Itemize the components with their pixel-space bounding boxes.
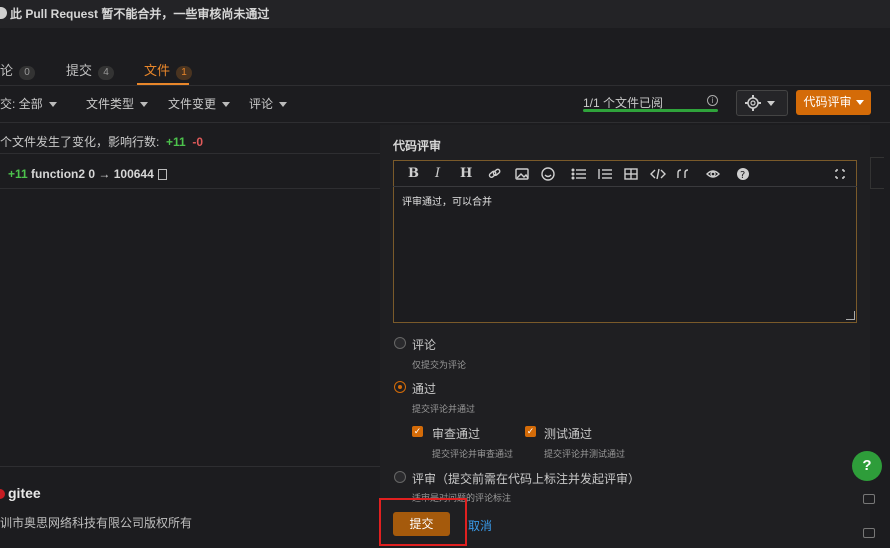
check-label: 测试通过 [544, 427, 593, 441]
review-comment-text[interactable]: 评审通过，可以合并 [402, 193, 492, 208]
gear-icon [745, 95, 775, 111]
cancel-link[interactable]: 取消 [468, 517, 492, 534]
filter-file-change[interactable]: 文件变更 [168, 95, 231, 112]
check-label: 审查通过 [432, 427, 481, 441]
checkbox-test-pass[interactable]: ✓ [525, 426, 536, 437]
tab-count: 0 [19, 66, 36, 80]
brand-text: gitee [8, 485, 41, 501]
filter-label: 文件变更 [168, 97, 217, 111]
check-desc: 提交评论并审查通过 [432, 449, 514, 459]
svg-text:?: ? [740, 170, 745, 181]
changes-divider [0, 153, 380, 154]
tab-label: 文件 [144, 63, 171, 78]
tab-label: 提交 [66, 63, 93, 78]
emoji-icon [541, 167, 555, 181]
option-label: 通过 [412, 382, 437, 396]
info-icon[interactable]: i [707, 95, 718, 106]
filter-file-type[interactable]: 文件类型 [86, 95, 149, 112]
checkbox-review-pass[interactable]: ✓ [412, 426, 423, 437]
radio-comment[interactable] [394, 337, 406, 349]
chevron-down-icon [222, 102, 231, 108]
option-desc: 提交评论并通过 [412, 404, 476, 414]
merge-notice: 此 Pull Request 暂不能合并，一些审核尚未通过 [0, 0, 890, 28]
edit-icon[interactable] [863, 528, 875, 538]
filter-commits[interactable]: 交: 全部 [0, 95, 57, 112]
file-name: function2 0 → 100644 [31, 167, 154, 181]
bullet-list-icon [571, 168, 586, 180]
check-desc: 提交评论并测试通过 [544, 449, 626, 459]
warning-icon [0, 7, 7, 19]
tab-comments[interactable]: 论0 [0, 60, 36, 80]
button-label: 代码评审 [803, 95, 852, 109]
quote-icon [677, 169, 689, 178]
copy-icon[interactable] [157, 169, 167, 181]
changes-summary: 个文件发生了变化，影响行数: +11 -0 [0, 133, 203, 150]
filter-label: 评论 [249, 97, 274, 111]
option-label: 评论 [412, 338, 437, 352]
help-circle-icon: ? [737, 168, 749, 181]
lines-removed: -0 [192, 135, 204, 149]
file-header[interactable]: +11 function2 0 → 100644 [0, 167, 167, 181]
code-review-button[interactable]: 代码评审 [796, 90, 871, 115]
copyright-text: 训市奥思网络科技有限公司版权所有 [0, 516, 193, 530]
chevron-down-icon [140, 102, 149, 108]
lines-added: +11 [166, 135, 186, 149]
gitee-logo[interactable]: gitee [0, 485, 41, 501]
tab-count: 1 [176, 66, 193, 80]
side-panel-tab[interactable] [870, 157, 884, 189]
chevron-down-icon [279, 102, 288, 108]
highlight-box [379, 498, 467, 546]
radio-approve[interactable] [394, 381, 406, 393]
tab-commits[interactable]: 提交 4 [66, 60, 115, 80]
tab-files[interactable]: 文件 1 [144, 60, 193, 80]
bold-button[interactable]: B [408, 166, 419, 181]
reviewed-progress-bar [583, 109, 718, 112]
help-button[interactable]: ? [852, 451, 882, 481]
editor-toolbar-icons: ? [488, 167, 845, 181]
image-icon [515, 168, 529, 180]
filter-divider [0, 122, 890, 123]
numbered-list-icon [598, 169, 612, 179]
table-icon [624, 168, 638, 180]
italic-button[interactable]: I [435, 166, 440, 181]
chevron-down-icon [855, 100, 864, 106]
link-icon [488, 168, 501, 178]
tab-label: 论 [0, 63, 14, 78]
filter-comments[interactable]: 评论 [249, 95, 288, 112]
chevron-down-icon [48, 102, 57, 108]
filter-label: 交: 全部 [0, 97, 43, 111]
resize-handle[interactable] [846, 311, 855, 320]
file-lines-added: +11 [8, 167, 28, 181]
footer-divider [0, 466, 380, 467]
settings-button[interactable] [736, 90, 788, 116]
heading-button[interactable]: H [460, 166, 472, 181]
gitee-logo-icon [0, 489, 5, 500]
tab-count: 4 [98, 66, 115, 80]
filter-label: 文件类型 [86, 97, 135, 111]
preview-eye-icon [706, 170, 720, 178]
tabs-divider [0, 85, 890, 86]
panel-title: 代码评审 [393, 139, 442, 153]
option-desc: 仅提交为评论 [412, 360, 467, 370]
code-icon [650, 168, 666, 180]
feedback-icon[interactable] [863, 494, 875, 504]
fullscreen-icon [835, 169, 845, 179]
notice-text: 此 Pull Request 暂不能合并，一些审核尚未通过 [10, 7, 270, 21]
option-label: 评审（提交前需在代码上标注并发起评审） [412, 472, 641, 486]
radio-review[interactable] [394, 471, 406, 483]
file-divider [0, 188, 380, 189]
changes-text: 个文件发生了变化，影响行数: [0, 135, 160, 149]
